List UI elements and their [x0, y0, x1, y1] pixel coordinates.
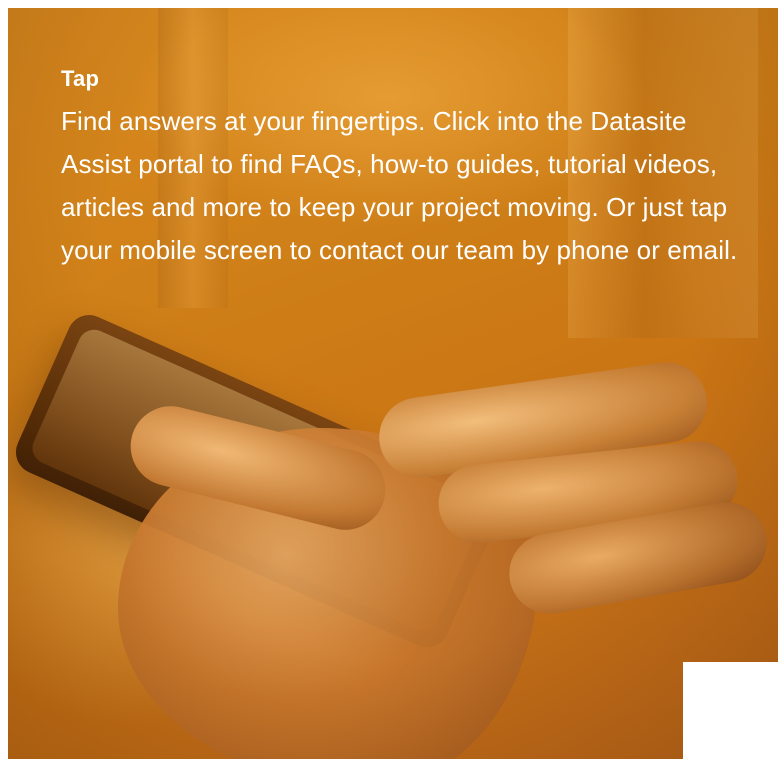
card-heading: Tap [61, 66, 100, 91]
card-text-block: Tap Find answers at your fingertips. Cli… [61, 64, 751, 272]
page: Tap Find answers at your fingertips. Cli… [0, 0, 778, 759]
tap-feature-card: Tap Find answers at your fingertips. Cli… [8, 8, 778, 759]
card-corner-cutout [683, 662, 778, 759]
card-body-text: Find answers at your fingertips. Click i… [61, 106, 738, 265]
